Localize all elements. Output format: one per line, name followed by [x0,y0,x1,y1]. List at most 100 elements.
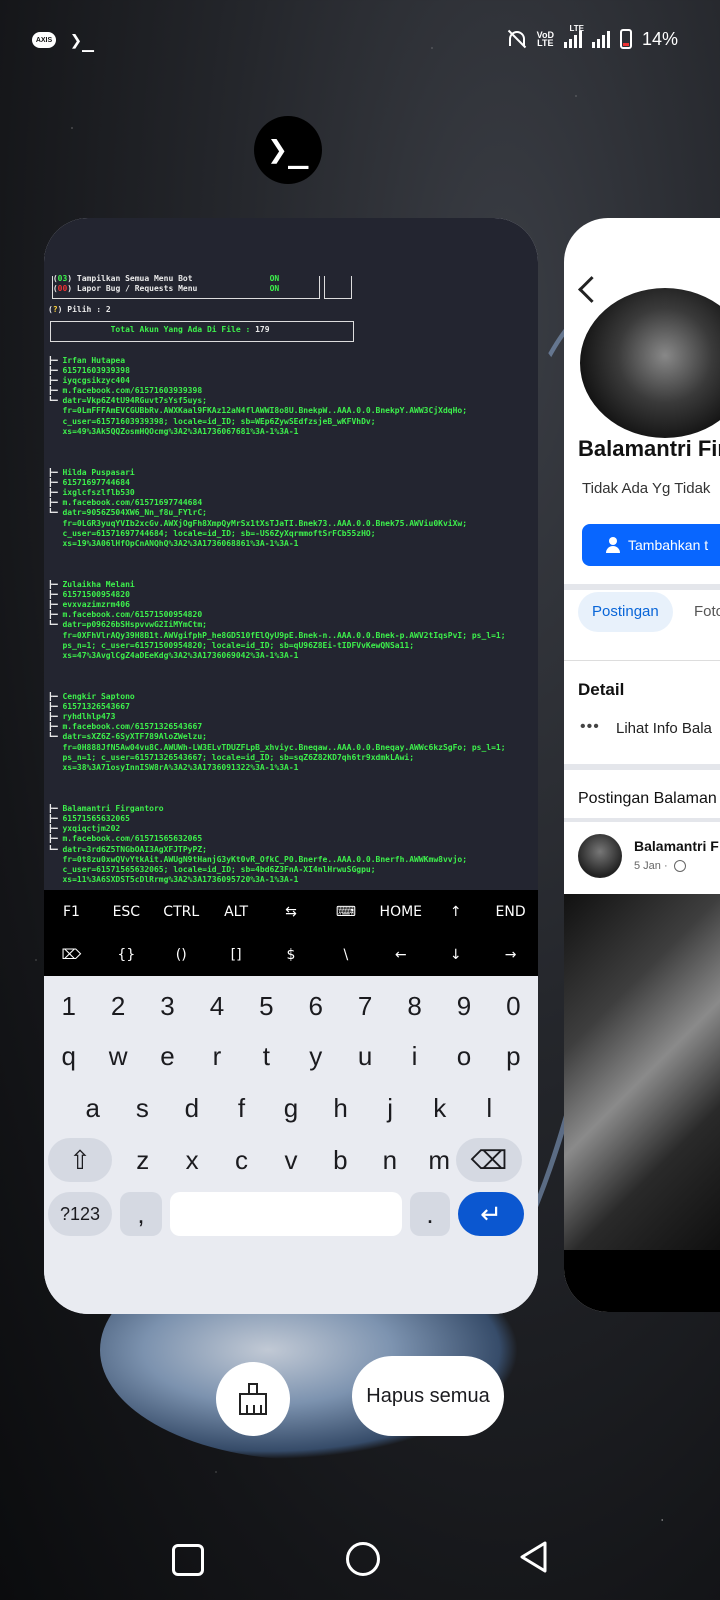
key-i[interactable]: i [390,1034,439,1078]
clear-all-button[interactable]: Hapus semua [352,1356,504,1436]
key-n[interactable]: n [365,1138,414,1182]
account-field: ┣━ ryhdlhlp473 [48,712,116,722]
key-p[interactable]: p [489,1034,538,1078]
extra-key[interactable]: ↑ [428,904,483,920]
key-r[interactable]: r [192,1034,241,1078]
key-d[interactable]: d [167,1086,217,1130]
signal-icon-2 [591,30,610,48]
tab-posts[interactable]: Postingan [578,592,673,632]
termux-app-icon[interactable]: ❯_ [254,116,322,184]
extra-key[interactable]: ESC [99,904,154,920]
key-4[interactable]: 4 [192,984,241,1028]
key-3[interactable]: 3 [143,984,192,1028]
key-9[interactable]: 9 [439,984,488,1028]
key-c[interactable]: c [217,1138,266,1182]
extra-key[interactable]: ⌨ [318,904,373,920]
post-photo[interactable] [564,894,720,1250]
key-k[interactable]: k [415,1086,465,1130]
detail-heading: Detail [578,680,625,699]
battery-icon [619,29,632,49]
key-g[interactable]: g [266,1086,316,1130]
key-f[interactable]: f [217,1086,267,1130]
key-6[interactable]: 6 [291,984,340,1028]
symbols-key[interactable]: ?123 [48,1192,112,1236]
key-7[interactable]: 7 [340,984,389,1028]
account-cookie: fr=0H888JfN5Aw04vu8C.AWUWh-LW3ELvTDUZFLp… [62,742,506,752]
extra-key[interactable]: ⇆ [264,904,319,920]
menu-line: (00) Lapor Bug / Requests Menu ON [48,284,280,294]
termux-recent-card[interactable]: (03) Tampilkan Semua Menu Bot ON (00) La… [44,218,538,1314]
terminal-screen[interactable]: (03) Tampilkan Semua Menu Bot ON (00) La… [44,218,538,925]
extra-key[interactable]: () [154,947,209,963]
facebook-recent-card[interactable]: Balamantri Fir Tidak Ada Yg Tidak Tambah… [564,218,720,1312]
extra-key[interactable]: ↓ [428,947,483,963]
key-h[interactable]: h [316,1086,366,1130]
extra-key[interactable]: → [483,947,538,963]
recents-nav-icon[interactable] [172,1544,204,1576]
key-w[interactable]: w [93,1034,142,1078]
period-key[interactable]: . [410,1192,450,1236]
account-cookie: ┗━ datr=9056Z504XW6_Nn_f8u_FYlrC; [48,508,207,518]
key-y[interactable]: y [291,1034,340,1078]
enter-key[interactable]: ↵ [458,1192,524,1236]
account-field: ┣━ 61571500954820 [48,589,130,599]
extra-key[interactable]: \ [318,947,373,963]
key-x[interactable]: x [167,1138,216,1182]
shift-key[interactable]: ⇧ [48,1138,112,1182]
post-author-avatar[interactable] [578,834,622,878]
key-t[interactable]: t [242,1034,291,1078]
key-e[interactable]: e [143,1034,192,1078]
back-arrow-icon[interactable] [578,276,605,303]
account-field: ┣━ 61571697744684 [48,477,130,487]
key-v[interactable]: v [266,1138,315,1182]
posts-heading: Postingan Balaman [578,790,717,807]
key-a[interactable]: a [68,1086,118,1130]
more-icon[interactable]: ••• [580,718,600,736]
key-j[interactable]: j [365,1086,415,1130]
see-info-link[interactable]: Lihat Info Bala [616,720,712,737]
extra-key[interactable]: {} [99,947,154,963]
extra-key[interactable]: ALT [209,904,264,920]
extra-key[interactable]: $ [264,947,319,963]
key-2[interactable]: 2 [93,984,142,1028]
extra-key[interactable]: F1 [44,904,99,920]
extra-key[interactable]: [] [209,947,264,963]
profile-avatar[interactable] [576,284,720,442]
add-friend-button[interactable]: Tambahkan t [582,524,720,566]
space-key[interactable] [170,1192,402,1236]
account-field: ┣━ 61571326543667 [48,701,130,711]
key-l[interactable]: l [465,1086,515,1130]
extra-key[interactable]: HOME [373,904,428,920]
key-8[interactable]: 8 [390,984,439,1028]
account-cookie: c_user=61571697744684; locale=id_ID; sb=… [62,528,376,538]
tab-photos[interactable]: Foto [694,592,720,632]
key-1[interactable]: 1 [44,984,93,1028]
extra-key[interactable]: ⌦ [44,947,99,963]
post-author-name[interactable]: Balamantri F [634,838,719,854]
extra-key[interactable]: CTRL [154,904,209,920]
key-u[interactable]: u [340,1034,389,1078]
key-o[interactable]: o [439,1034,488,1078]
account-field: ┣━ ixglcfszlflb530 [48,487,135,497]
key-b[interactable]: b [316,1138,365,1182]
comma-key[interactable]: , [120,1192,162,1236]
clear-memory-button[interactable] [216,1362,290,1436]
home-nav-icon[interactable] [346,1542,380,1576]
backspace-key[interactable]: ⌫ [456,1138,522,1182]
key-5[interactable]: 5 [242,984,291,1028]
terminal-output: (03) Tampilkan Semua Menu Bot ON (00) La… [48,274,534,926]
key-0[interactable]: 0 [489,984,538,1028]
key-z[interactable]: z [118,1138,167,1182]
profile-name: Balamantri Fir [578,436,720,461]
key-q[interactable]: q [44,1034,93,1078]
extra-key[interactable]: END [483,904,538,920]
extra-key[interactable]: ← [373,947,428,963]
key-s[interactable]: s [118,1086,168,1130]
account-field: ┣━ yxqiqctjm202 [48,824,121,834]
